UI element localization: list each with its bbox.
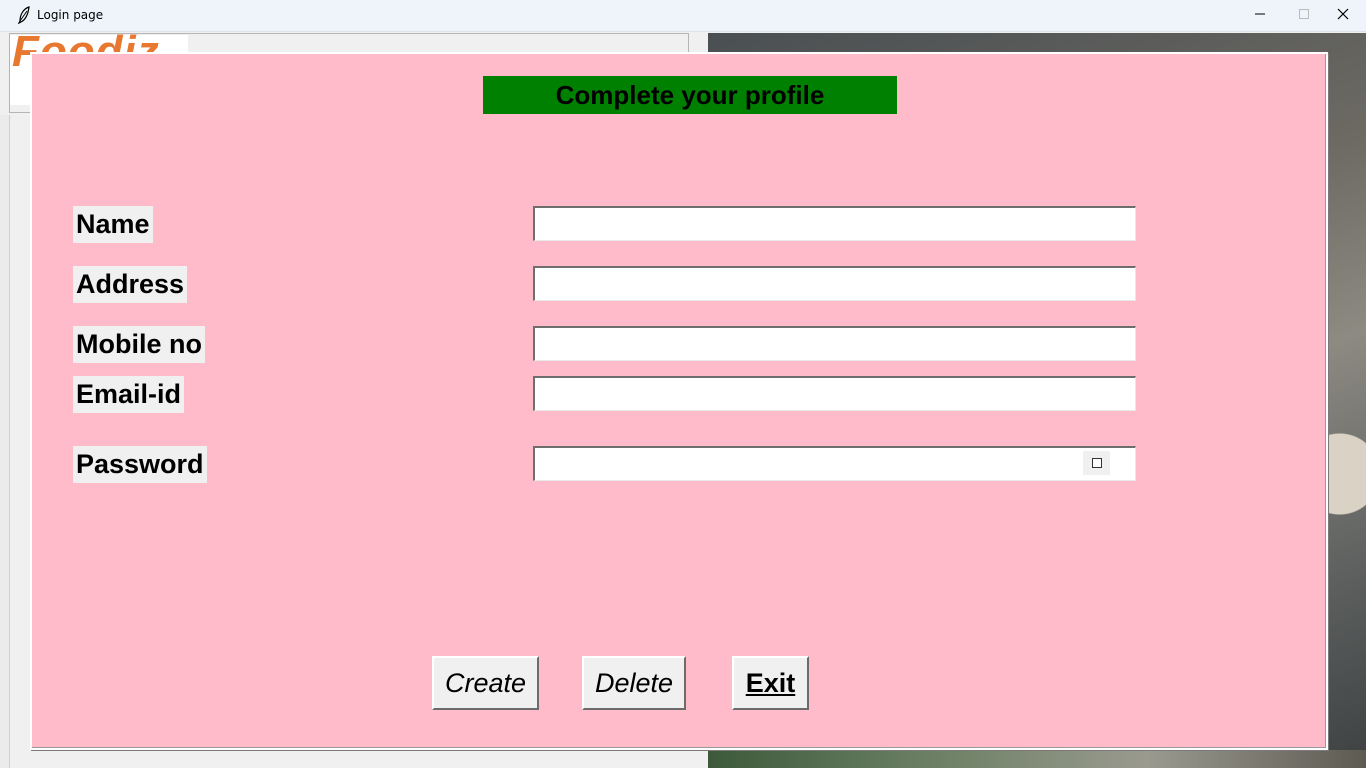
address-label: Address bbox=[73, 266, 188, 303]
feather-icon bbox=[17, 6, 31, 25]
minimize-button[interactable] bbox=[1237, 0, 1283, 31]
checkbox-icon[interactable] bbox=[1091, 458, 1102, 468]
name-label: Name bbox=[73, 206, 153, 243]
address-input[interactable] bbox=[533, 266, 1136, 301]
create-button[interactable]: Create bbox=[432, 656, 539, 710]
mobile-input[interactable] bbox=[533, 326, 1136, 361]
close-button[interactable] bbox=[1320, 0, 1366, 31]
form-heading: Complete your profile bbox=[483, 76, 897, 114]
background-photo-strip bbox=[708, 750, 1366, 768]
show-password-toggle[interactable] bbox=[1083, 451, 1110, 475]
exit-button[interactable]: Exit bbox=[732, 656, 809, 710]
window-titlebar: Login page bbox=[0, 0, 1366, 32]
name-input[interactable] bbox=[533, 206, 1136, 241]
delete-button[interactable]: Delete bbox=[582, 656, 686, 710]
email-label: Email-id bbox=[73, 376, 185, 413]
minimize-icon bbox=[1254, 7, 1266, 25]
close-icon bbox=[1337, 7, 1349, 25]
password-label: Password bbox=[73, 446, 207, 483]
left-strip bbox=[0, 115, 10, 768]
mobile-label: Mobile no bbox=[73, 326, 205, 363]
password-input[interactable] bbox=[533, 446, 1136, 481]
email-input[interactable] bbox=[533, 376, 1136, 411]
window-title: Login page bbox=[37, 8, 104, 22]
maximize-icon bbox=[1298, 7, 1310, 25]
